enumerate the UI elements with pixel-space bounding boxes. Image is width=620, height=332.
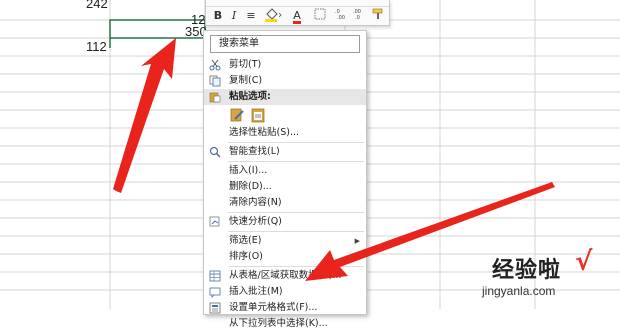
format-cells-icon bbox=[209, 302, 221, 314]
paste-option-values-button[interactable] bbox=[250, 107, 266, 123]
mini-toolbar-font-row[interactable] bbox=[206, 0, 389, 7]
cell-a-third[interactable]: 112 bbox=[86, 39, 107, 54]
menu-item-label: 从下拉列表中选择(K)... bbox=[229, 318, 328, 329]
menu-item-delete[interactable]: 删除(D)... bbox=[204, 179, 366, 195]
menu-item-format-cells[interactable]: 设置单元格格式(F)... bbox=[204, 300, 366, 316]
increase-decimal-icon: .0 .00 bbox=[335, 9, 345, 21]
copy-icon bbox=[209, 75, 221, 87]
scissors-icon bbox=[209, 59, 221, 71]
menu-item-label: 设置单元格格式(F)... bbox=[229, 302, 318, 313]
menu-item-copy[interactable]: 复制(C) bbox=[204, 73, 366, 89]
cell-a-top[interactable]: 242 bbox=[86, 0, 108, 11]
menu-item-label: 智能查找(L) bbox=[229, 146, 280, 157]
smart-lookup-icon bbox=[209, 146, 221, 158]
quick-analysis-icon bbox=[209, 216, 220, 227]
menu-separator bbox=[228, 212, 364, 213]
menu-item-label: 选择性粘贴(S)... bbox=[229, 127, 300, 138]
watermark-check-icon: √ bbox=[575, 247, 593, 277]
menu-item-label: 筛选(E) bbox=[229, 235, 262, 246]
search-menu-input[interactable]: 搜索菜单 bbox=[210, 35, 360, 53]
submenu-arrow-icon: ▶ bbox=[354, 237, 360, 245]
menu-separator bbox=[228, 142, 364, 143]
paint-bucket-icon bbox=[265, 8, 282, 22]
decrease-decimal-icon: .00 .0 bbox=[353, 9, 361, 21]
menu-item-get-data-from-table[interactable]: 从表格/区域获取数据(G)... bbox=[204, 268, 366, 284]
menu-item-quick-analysis[interactable]: 快速分析(Q) bbox=[204, 214, 366, 230]
menu-item-sort[interactable]: 排序(O) ▶ bbox=[204, 249, 366, 265]
menu-item-clear-contents[interactable]: 清除内容(N) bbox=[204, 195, 366, 211]
svg-text:.00: .00 bbox=[337, 15, 345, 20]
menu-item-label: 快速分析(Q) bbox=[229, 216, 282, 227]
menu-item-insert-comment[interactable]: 插入批注(M) bbox=[204, 284, 366, 300]
format-painter-button[interactable] bbox=[370, 8, 386, 23]
watermark-url: jingyanla.com bbox=[482, 284, 556, 298]
menu-separator bbox=[228, 266, 364, 267]
menu-item-label: 排序(O) bbox=[229, 251, 263, 262]
font-color-icon: A bbox=[293, 9, 301, 24]
menu-item-label: 插入批注(M) bbox=[229, 286, 283, 297]
submenu-arrow-icon: ▶ bbox=[354, 253, 360, 261]
menu-item-label: 删除(D)... bbox=[229, 181, 272, 192]
borders-icon bbox=[314, 8, 326, 20]
menu-item-paste-options: 粘贴选项: bbox=[204, 89, 366, 105]
font-color-button[interactable]: A bbox=[286, 8, 308, 24]
paste-brush-icon bbox=[230, 108, 244, 122]
menu-separator bbox=[228, 231, 364, 232]
mini-toolbar: B I ≡ A .0 .00 .00 .0 bbox=[205, 0, 390, 26]
context-menu: 搜索菜单 剪切(T) 复制(C) 粘贴选项: 选择性粘贴(S)... 智能查找(… bbox=[203, 30, 367, 329]
menu-item-paste-special[interactable]: 选择性粘贴(S)... bbox=[204, 125, 366, 141]
align-center-button[interactable]: ≡ bbox=[244, 8, 258, 23]
menu-item-label: 复制(C) bbox=[229, 75, 263, 86]
italic-button[interactable]: I bbox=[228, 8, 240, 23]
watermark-title: 经验啦 bbox=[492, 258, 562, 283]
menu-item-filter[interactable]: 筛选(E) ▶ bbox=[204, 233, 366, 249]
paste-option-keep-format-button[interactable] bbox=[229, 107, 245, 123]
menu-item-cut[interactable]: 剪切(T) bbox=[204, 57, 366, 73]
table-icon bbox=[209, 270, 221, 282]
fill-color-button[interactable] bbox=[262, 8, 284, 23]
paste-clipboard-icon bbox=[251, 108, 265, 123]
borders-button[interactable] bbox=[312, 8, 328, 23]
svg-text:.0: .0 bbox=[355, 15, 360, 20]
menu-item-label: 从表格/区域获取数据(G)... bbox=[229, 270, 342, 281]
menu-item-label: 插入(I)... bbox=[229, 165, 268, 176]
menu-item-pick-from-dropdown[interactable]: 从下拉列表中选择(K)... bbox=[204, 316, 366, 332]
menu-item-label: 粘贴选项: bbox=[229, 91, 271, 102]
decrease-decimal-button[interactable]: .00 .0 bbox=[352, 8, 368, 23]
format-painter-icon bbox=[372, 8, 383, 19]
paste-icon bbox=[209, 92, 221, 103]
menu-item-label: 清除内容(N) bbox=[229, 197, 282, 208]
comment-icon bbox=[209, 287, 221, 298]
menu-item-label: 剪切(T) bbox=[229, 59, 262, 70]
bold-button[interactable]: B bbox=[212, 8, 224, 23]
menu-item-insert[interactable]: 插入(I)... bbox=[204, 163, 366, 179]
menu-item-smart-lookup[interactable]: 智能查找(L) bbox=[204, 144, 366, 160]
increase-decimal-button[interactable]: .0 .00 bbox=[334, 8, 350, 23]
menu-separator bbox=[228, 161, 364, 162]
